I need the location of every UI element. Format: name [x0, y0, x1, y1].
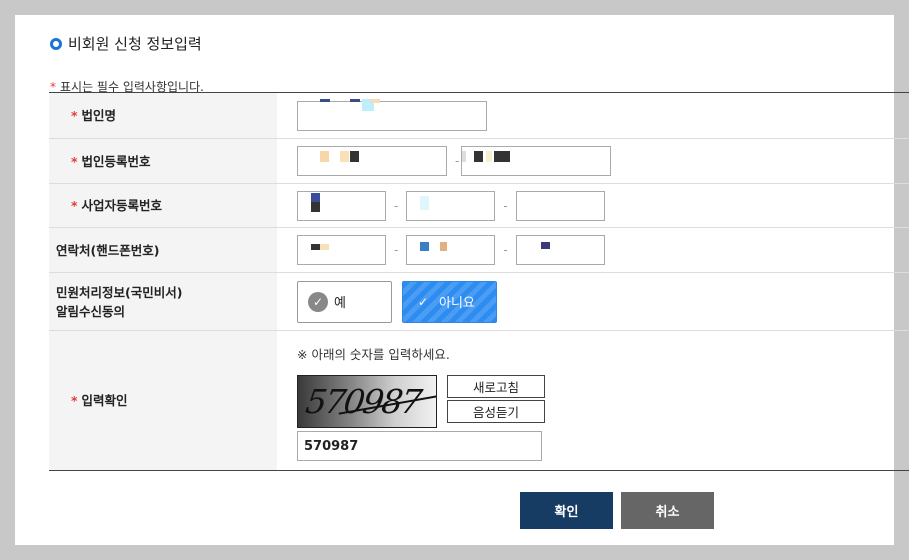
biz-reg-no-part1-input[interactable]: [297, 190, 386, 221]
row-corp-name: * 법인명: [49, 93, 909, 139]
label-phone: 연락처(핸드폰번호): [49, 228, 277, 272]
section-title-text: 비회원 신청 정보입력: [68, 35, 202, 53]
label-corp-name: * 법인명: [49, 93, 277, 138]
consent-no-option[interactable]: ✓ 아니요: [402, 280, 497, 323]
corp-name-input[interactable]: [297, 99, 487, 131]
phone-part3-input[interactable]: [515, 235, 605, 265]
check-icon: ✓: [417, 294, 429, 309]
captcha-note: ※ 아래의 숫자를 입력하세요.: [297, 347, 450, 362]
form-panel: 비회원 신청 정보입력 * 표시는 필수 입력사항입니다. * 법인명 * 법인등록번…: [15, 15, 909, 545]
row-captcha: * 입력확인 ※ 아래의 숫자를 입력하세요. 570987 새로고침 음성듣기 …: [49, 331, 909, 471]
row-consent: 민원처리정보(국민비서) 알림수신동의 ✓ 예 ✓ 아니요: [49, 273, 909, 331]
confirm-button[interactable]: 확인: [520, 492, 613, 529]
row-biz-reg-no: * 사업자등록번호 - -: [49, 184, 909, 228]
corp-reg-no-front-input[interactable]: [297, 146, 447, 176]
check-circle-icon: ✓: [308, 291, 328, 312]
biz-reg-no-part3-input[interactable]: [515, 190, 605, 221]
label-captcha: * 입력확인: [49, 331, 277, 470]
phone-part1-input[interactable]: [297, 235, 386, 265]
biz-reg-no-part2-input[interactable]: [406, 190, 496, 221]
section-title: 비회원 신청 정보입력: [50, 33, 202, 54]
captcha-input[interactable]: 570987: [297, 431, 542, 461]
row-phone: 연락처(핸드폰번호) - -: [49, 228, 909, 273]
cancel-button[interactable]: 취소: [621, 492, 714, 529]
separator: -: [455, 154, 460, 168]
captcha-image: 570987: [297, 375, 437, 428]
application-form: * 법인명 * 법인등록번호 - * 사업자등록번호 - - 연락처(핸드폰번호…: [49, 92, 909, 471]
circle-bullet-icon: [50, 37, 62, 50]
captcha-refresh-button[interactable]: 새로고침: [447, 375, 545, 398]
label-biz-reg-no: * 사업자등록번호: [49, 184, 277, 227]
row-corp-reg-no: * 법인등록번호 -: [49, 139, 909, 184]
phone-part2-input[interactable]: [406, 235, 496, 265]
captcha-audio-button[interactable]: 음성듣기: [447, 400, 545, 423]
label-consent: 민원처리정보(국민비서) 알림수신동의: [49, 273, 277, 330]
corp-reg-no-back-input[interactable]: [461, 146, 612, 176]
consent-yes-option[interactable]: ✓ 예: [297, 280, 392, 323]
label-corp-reg-no: * 법인등록번호: [49, 139, 277, 183]
